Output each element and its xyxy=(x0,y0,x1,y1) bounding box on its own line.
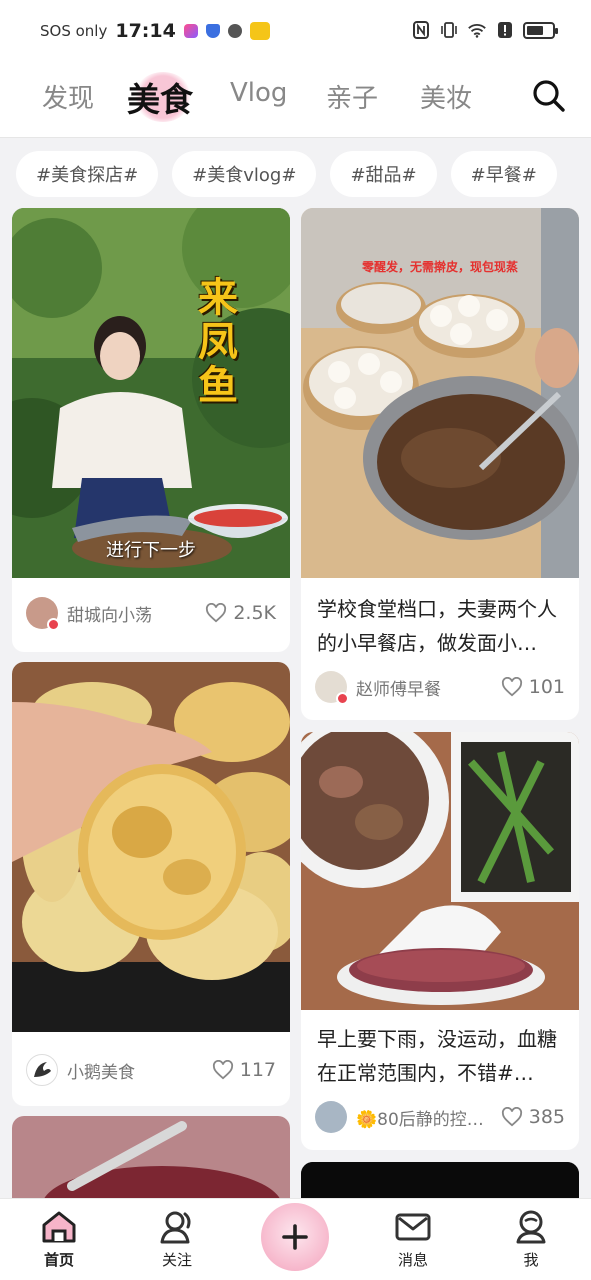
feed-card[interactable]: 来凤鱼 进行下一步 甜城向小荡 2.5K xyxy=(12,208,290,652)
nav-messages-label: 消息 xyxy=(397,1251,428,1269)
tab-parenting[interactable]: 亲子 xyxy=(326,78,378,115)
tag-food-vlog[interactable]: #美食vlog# xyxy=(172,151,317,197)
avatar[interactable] xyxy=(315,671,349,705)
category-tab-bar: 发现 美食 Vlog 亲子 美妆 xyxy=(0,64,591,138)
status-bar: SOS only 17:14 xyxy=(0,0,591,64)
heart-icon xyxy=(212,1060,233,1080)
clock: 17:14 xyxy=(115,20,176,42)
avatar[interactable] xyxy=(315,1101,347,1133)
card-meta: 🌼80后静的控… 385 xyxy=(315,1100,565,1134)
nfc-icon xyxy=(411,20,431,40)
follow-icon xyxy=(160,1211,191,1244)
plus-icon xyxy=(282,1224,308,1250)
nav-messages[interactable]: 消息 xyxy=(373,1209,453,1270)
vibrate-icon xyxy=(439,20,459,40)
like-count: 117 xyxy=(239,1059,276,1081)
like-button[interactable]: 101 xyxy=(501,676,565,698)
game-app-icon xyxy=(249,22,270,40)
heart-icon xyxy=(501,677,522,697)
card-cover-image xyxy=(12,662,290,1032)
like-count: 101 xyxy=(528,676,565,698)
mail-icon xyxy=(395,1213,431,1241)
heart-icon xyxy=(206,603,227,623)
bottom-nav: 首页 关注 消息 我 xyxy=(0,1198,591,1280)
app-notification-icon xyxy=(183,24,198,38)
author-name[interactable]: 小鹅美食 xyxy=(67,1058,212,1083)
cover-overlay-title: 来凤鱼 xyxy=(198,274,238,409)
avatar[interactable] xyxy=(26,597,60,631)
sos-indicator: SOS only xyxy=(40,22,108,40)
cover-subtitle: 进行下一步 xyxy=(106,540,196,561)
author-name[interactable]: 🌼80后静的控… xyxy=(356,1105,501,1130)
search-icon[interactable] xyxy=(531,78,567,114)
verified-badge-icon xyxy=(336,692,349,705)
heart-icon xyxy=(501,1107,522,1127)
card-meta: 小鹅美食 117 xyxy=(26,1053,276,1087)
like-count: 2.5K xyxy=(233,602,276,624)
alert-icon xyxy=(495,20,515,40)
profile-icon xyxy=(516,1210,546,1244)
author-name[interactable]: 甜城向小荡 xyxy=(67,601,205,626)
nav-home[interactable]: 首页 xyxy=(19,1209,99,1270)
card-meta: 甜城向小荡 2.5K xyxy=(26,596,276,631)
nav-me[interactable]: 我 xyxy=(491,1209,571,1270)
nav-follow-label: 关注 xyxy=(161,1251,192,1269)
tag-food-explore[interactable]: #美食探店# xyxy=(16,151,159,197)
battery-icon xyxy=(523,21,558,39)
like-count: 385 xyxy=(528,1106,565,1128)
like-button[interactable]: 117 xyxy=(212,1059,276,1081)
shield-icon xyxy=(205,24,220,38)
tab-makeup[interactable]: 美妆 xyxy=(420,78,472,115)
card-cover-image xyxy=(301,732,579,1010)
card-title: 学校食堂档口，夫妻两个人的小早餐店，做发面小… xyxy=(317,597,557,655)
nav-me-label: 我 xyxy=(523,1251,539,1269)
wifi-icon xyxy=(467,20,487,40)
avatar[interactable] xyxy=(26,1054,58,1086)
home-icon xyxy=(42,1211,76,1243)
create-post-button[interactable] xyxy=(261,1203,329,1271)
vpn-icon xyxy=(227,24,242,38)
nav-follow[interactable]: 关注 xyxy=(137,1209,217,1270)
tab-vlog[interactable]: Vlog xyxy=(230,78,287,108)
like-button[interactable]: 385 xyxy=(501,1106,565,1128)
tag-breakfast[interactable]: #早餐# xyxy=(450,151,557,197)
tag-dessert[interactable]: #甜品# xyxy=(330,151,437,197)
card-cover-image: 零醒发，无需擀皮，现包现蒸 xyxy=(301,208,579,578)
verified-badge-icon xyxy=(47,618,60,631)
author-name[interactable]: 赵师傅早餐 xyxy=(356,675,501,700)
feed-card[interactable]: 零醒发，无需擀皮，现包现蒸 学校食堂档口，夫妻两个人的小早餐店，做发面小… 赵师… xyxy=(301,208,579,720)
card-cover-image: 来凤鱼 进行下一步 xyxy=(12,208,290,578)
tab-food[interactable]: 美食 xyxy=(127,73,193,121)
card-title: 早上要下雨，没运动，血糖在正常范围内，不错#… xyxy=(317,1027,557,1085)
card-meta: 赵师傅早餐 101 xyxy=(315,670,565,705)
feed-card[interactable]: 小鹅美食 117 xyxy=(12,662,290,1106)
feed-card[interactable]: 早上要下雨，没运动，血糖在正常范围内，不错#… 🌼80后静的控… 385 xyxy=(301,732,579,1150)
cover-caption: 零醒发，无需擀皮，现包现蒸 xyxy=(361,260,518,274)
nav-home-label: 首页 xyxy=(43,1251,74,1269)
tab-discover[interactable]: 发现 xyxy=(42,78,94,115)
hashtag-row: #美食探店# #美食vlog# #甜品# #早餐# xyxy=(16,151,557,197)
like-button[interactable]: 2.5K xyxy=(205,602,276,624)
